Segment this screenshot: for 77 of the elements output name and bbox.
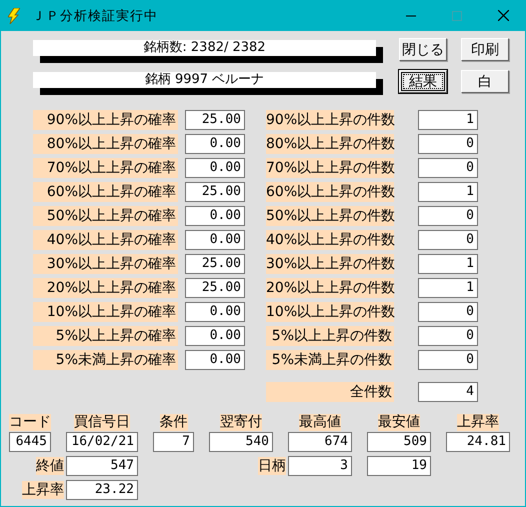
field-label: 60%以上上昇の確率 — [33, 182, 178, 202]
count-field: 1 — [418, 110, 478, 130]
dialog-button[interactable]: 閉じる — [399, 38, 447, 61]
probability-field: 0.00 — [185, 350, 245, 370]
count-field: 0 — [418, 158, 478, 178]
close-icon — [498, 10, 508, 21]
value-field: 19 — [367, 456, 431, 476]
dialog-button[interactable]: 結果 — [399, 70, 447, 93]
field-label: 70%以上上昇の件数 — [266, 158, 394, 178]
column-header: 条件 — [160, 414, 188, 431]
field-label: 30%以上上昇の確率 — [33, 254, 178, 274]
probability-field: 25.00 — [185, 182, 245, 202]
field-label: 20%以上上昇の確率 — [33, 278, 178, 298]
probability-field: 0.00 — [185, 230, 245, 250]
probability-field: 0.00 — [185, 134, 245, 154]
count-field: 0 — [418, 350, 478, 370]
field-label: 80%以上上昇の件数 — [266, 134, 394, 154]
value-field: 547 — [66, 456, 138, 476]
value-field: 540 — [209, 432, 273, 452]
value-field: 509 — [367, 432, 431, 452]
probability-field: 0.00 — [185, 206, 245, 226]
maximize-icon — [452, 10, 462, 20]
field-label: 40%以上上昇の確率 — [33, 230, 178, 250]
field-label: 全件数 — [266, 382, 394, 402]
column-header: 最安値 — [378, 414, 420, 431]
field-label: 90%以上上昇の確率 — [33, 110, 178, 130]
probability-field: 25.00 — [185, 254, 245, 274]
probability-field: 0.00 — [185, 302, 245, 322]
count-field: 1 — [418, 278, 478, 298]
field-label: 5%未満上昇の確率 — [33, 350, 178, 370]
column-header: コード — [9, 414, 51, 431]
total-field: 4 — [418, 382, 478, 402]
dialog-button[interactable]: 印刷 — [461, 38, 509, 61]
field-label: 50%以上上昇の確率 — [33, 206, 178, 226]
value-field: 23.22 — [66, 480, 138, 500]
field-label: 40%以上上昇の件数 — [266, 230, 394, 250]
probability-field: 25.00 — [185, 278, 245, 298]
status-panel: 銘柄 9997 ベルーナ — [33, 72, 383, 95]
value-field: 3 — [288, 456, 352, 476]
field-label: 90%以上上昇の件数 — [266, 110, 394, 130]
window-title: ＪＰ分析検証実行中 — [32, 8, 159, 24]
dialog-button[interactable]: 白 — [461, 70, 509, 93]
field-label: 10%以上上昇の件数 — [266, 302, 394, 322]
status-panel: 銘柄数: 2382/ 2382 — [33, 40, 383, 63]
field-label: 日柄 — [258, 457, 286, 475]
field-label: 60%以上上昇の件数 — [266, 182, 394, 202]
field-label: 5%未満上昇の件数 — [266, 350, 394, 370]
value-field: 24.81 — [446, 432, 510, 452]
count-field: 0 — [418, 206, 478, 226]
field-label: 20%以上上昇の件数 — [266, 278, 394, 298]
probability-field: 0.00 — [185, 326, 245, 346]
field-label: 80%以上上昇の確率 — [33, 134, 178, 154]
count-field: 1 — [418, 182, 478, 202]
field-label: 10%以上上昇の確率 — [33, 302, 178, 322]
count-field: 0 — [418, 326, 478, 346]
field-label: 上昇率 — [22, 481, 64, 499]
column-header: 最高値 — [299, 414, 341, 431]
field-label: 70%以上上昇の確率 — [33, 158, 178, 178]
lightning-icon — [8, 8, 20, 24]
field-label: 30%以上上昇の件数 — [266, 254, 394, 274]
count-field: 0 — [418, 230, 478, 250]
value-field: 674 — [288, 432, 352, 452]
field-label: 5%以上上昇の確率 — [33, 326, 178, 346]
probability-field: 0.00 — [185, 158, 245, 178]
column-header: 上昇率 — [457, 414, 499, 431]
field-label: 終値 — [36, 457, 64, 475]
value-field: 7 — [153, 432, 194, 452]
field-label: 5%以上上昇の件数 — [266, 326, 394, 346]
column-header: 翌寄付 — [220, 414, 262, 431]
column-header: 買信号日 — [74, 414, 130, 431]
count-field: 0 — [418, 134, 478, 154]
value-field: 6445 — [9, 432, 51, 452]
probability-field: 25.00 — [185, 110, 245, 130]
value-field: 16/02/21 — [66, 432, 138, 452]
count-field: 1 — [418, 254, 478, 274]
count-field: 0 — [418, 302, 478, 322]
field-label: 50%以上上昇の件数 — [266, 206, 394, 226]
